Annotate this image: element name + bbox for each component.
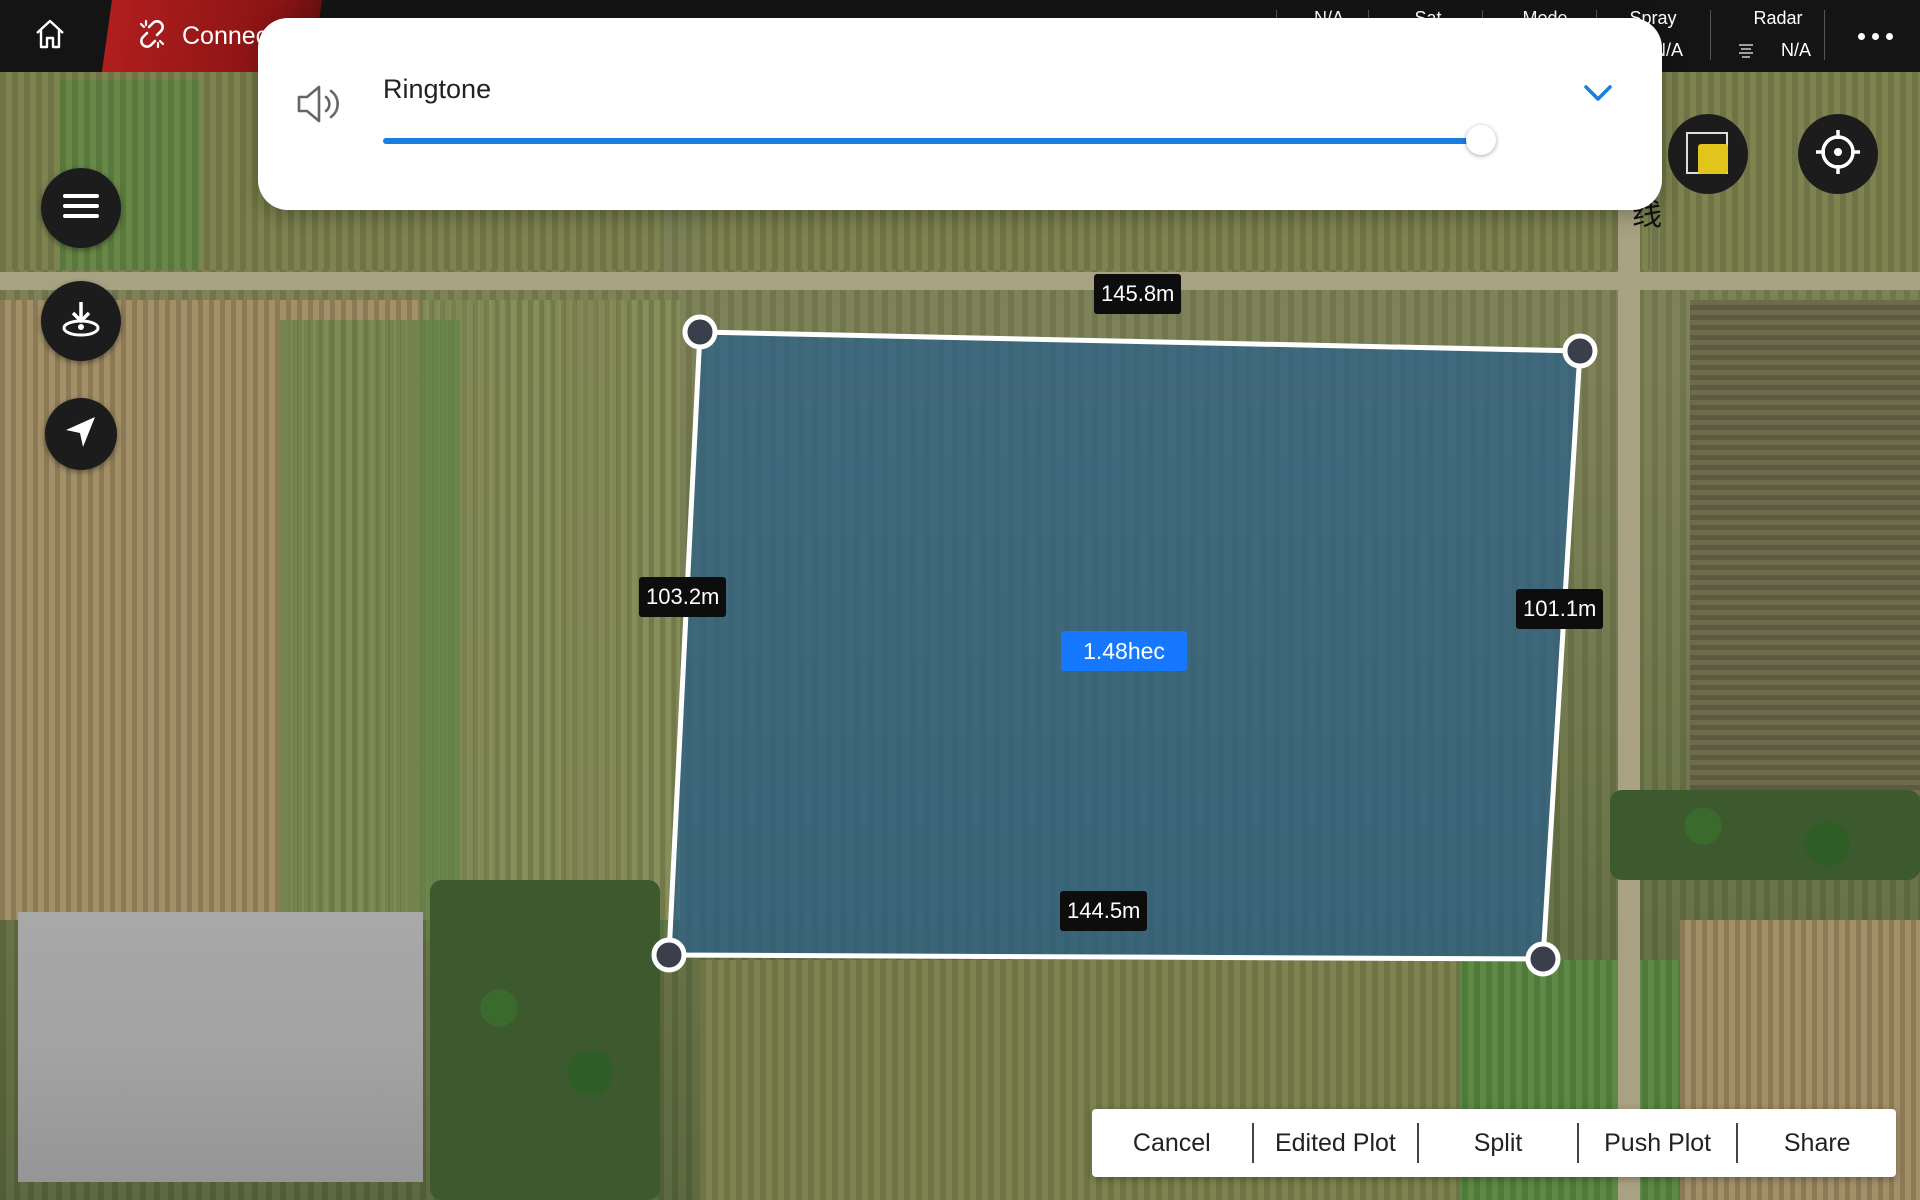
share-button[interactable]: Share	[1738, 1109, 1896, 1177]
menu-button[interactable]	[41, 168, 121, 248]
navigation-arrow-icon	[61, 412, 101, 457]
radar-icon	[1736, 40, 1756, 65]
home-button[interactable]	[0, 0, 100, 72]
drone-takeoff-icon	[58, 296, 104, 347]
plot-vertex	[651, 937, 687, 973]
edited-plot-button[interactable]: Edited Plot	[1254, 1109, 1418, 1177]
navigation-button[interactable]	[45, 398, 117, 470]
split-button[interactable]: Split	[1419, 1109, 1577, 1177]
chevron-down-icon[interactable]	[1578, 78, 1618, 113]
top-edge-length: 145.8m	[1094, 274, 1182, 314]
radar-status-label: Radar	[1753, 8, 1803, 28]
plot-area-label: 1.48hec	[1061, 631, 1187, 671]
left-edge-length: 103.2m	[639, 577, 727, 617]
drone-takeoff-button[interactable]	[41, 281, 121, 361]
more-options-button[interactable]	[1830, 0, 1920, 72]
speaker-icon	[294, 82, 344, 131]
locate-button[interactable]	[1798, 114, 1878, 194]
cancel-button[interactable]: Cancel	[1092, 1109, 1252, 1177]
more-horizontal-icon	[1857, 32, 1865, 40]
plot-vertex	[1562, 333, 1598, 369]
radar-status: Radar N/A	[1722, 0, 1834, 64]
right-edge-length: 101.1m	[1516, 589, 1604, 629]
bottom-edge-length: 144.5m	[1060, 891, 1148, 931]
plot-vertex	[682, 314, 718, 350]
camera-preview[interactable]	[18, 912, 423, 1182]
ringtone-volume-slider[interactable]	[383, 138, 1481, 144]
radar-status-value: N/A	[1780, 40, 1811, 60]
crosshair-icon	[1813, 127, 1863, 182]
broken-link-icon	[136, 18, 168, 55]
map-layers-button[interactable]	[1668, 114, 1748, 194]
ringtone-volume-panel: Ringtone	[258, 18, 1662, 210]
push-plot-button[interactable]: Push Plot	[1579, 1109, 1737, 1177]
ringtone-volume-thumb[interactable]	[1466, 125, 1496, 155]
connection-status[interactable]: Connec	[136, 0, 268, 72]
connection-label: Connec	[182, 21, 269, 50]
menu-icon	[61, 190, 101, 227]
home-icon	[33, 17, 67, 56]
plot-vertex	[1525, 941, 1561, 977]
plot-action-bar: Cancel Edited Plot Split Push Plot Share	[1092, 1109, 1896, 1177]
ringtone-title: Ringtone	[383, 74, 492, 104]
